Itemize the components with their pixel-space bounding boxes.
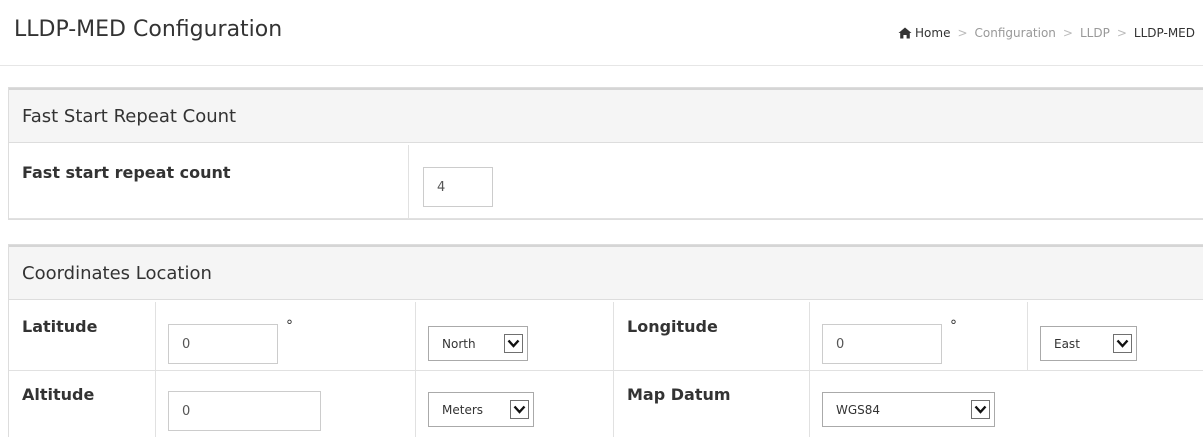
latitude-direction-select[interactable]: North (428, 326, 528, 361)
altitude-label-cell: Altitude (9, 371, 156, 437)
latitude-input[interactable]: 0 (168, 324, 278, 364)
map-datum-value: WGS84 (836, 402, 881, 417)
chevron-down-icon[interactable] (510, 400, 529, 419)
altitude-datum-row: Altitude 0 Meters Map Datum WGS84 (9, 371, 1203, 437)
chevron-down-icon[interactable] (971, 400, 990, 419)
latitude-value-cell: 0 ° (156, 302, 416, 370)
altitude-unit-value: Meters (442, 402, 484, 417)
map-datum-label-cell: Map Datum (614, 371, 810, 437)
breadcrumb-current: LLDP-MED (1133, 26, 1195, 40)
breadcrumb-home-link[interactable]: Home (915, 26, 950, 40)
breadcrumb-separator: > (957, 26, 968, 40)
longitude-value-cell: 0 ° (810, 302, 1028, 370)
altitude-unit-select[interactable]: Meters (428, 392, 534, 427)
latitude-direction-cell: North (416, 302, 614, 370)
coordinates-panel: Coordinates Location Latitude 0 ° North … (8, 244, 1203, 437)
latitude-degree-unit: ° (286, 318, 293, 334)
breadcrumb-separator: > (1062, 26, 1073, 40)
altitude-value-cell: 0 (156, 371, 416, 437)
breadcrumb: Home > Configuration > LLDP > LLDP-MED (898, 26, 1195, 40)
latitude-longitude-row: Latitude 0 ° North Longitude 0 ° East (9, 302, 1203, 371)
latitude-direction-value: North (442, 336, 476, 351)
fast-start-panel: Fast Start Repeat Count Fast start repea… (8, 87, 1203, 220)
longitude-input[interactable]: 0 (822, 324, 942, 364)
breadcrumb-separator: > (1116, 26, 1127, 40)
chevron-down-icon[interactable] (1113, 334, 1132, 353)
chevron-down-icon[interactable] (504, 334, 523, 353)
longitude-label: Longitude (627, 317, 718, 336)
map-datum-select[interactable]: WGS84 (822, 392, 995, 427)
map-datum-value-cell: WGS84 (810, 371, 1203, 437)
page-header: LLDP-MED Configuration Home > Configurat… (0, 0, 1203, 66)
coordinates-panel-title: Coordinates Location (9, 245, 1203, 300)
map-datum-label: Map Datum (627, 385, 731, 404)
fast-start-label: Fast start repeat count (22, 163, 231, 182)
longitude-degree-unit: ° (950, 318, 957, 334)
fast-start-label-cell: Fast start repeat count (9, 145, 409, 218)
fast-start-repeat-count-input[interactable]: 4 (423, 167, 493, 207)
latitude-label: Latitude (22, 317, 98, 336)
home-icon[interactable] (898, 27, 912, 39)
breadcrumb-configuration-link[interactable]: Configuration (975, 26, 1056, 40)
altitude-input[interactable]: 0 (168, 391, 321, 431)
breadcrumb-lldp-link[interactable]: LLDP (1080, 26, 1110, 40)
altitude-label: Altitude (22, 385, 95, 404)
altitude-unit-cell: Meters (416, 371, 614, 437)
latitude-label-cell: Latitude (9, 302, 156, 370)
longitude-direction-cell: East (1028, 302, 1203, 370)
longitude-direction-value: East (1054, 336, 1080, 351)
longitude-direction-select[interactable]: East (1040, 326, 1137, 361)
fast-start-panel-title: Fast Start Repeat Count (9, 88, 1203, 143)
fast-start-row: Fast start repeat count 4 (9, 145, 1203, 219)
longitude-label-cell: Longitude (614, 302, 810, 370)
page-title: LLDP-MED Configuration (14, 17, 283, 42)
